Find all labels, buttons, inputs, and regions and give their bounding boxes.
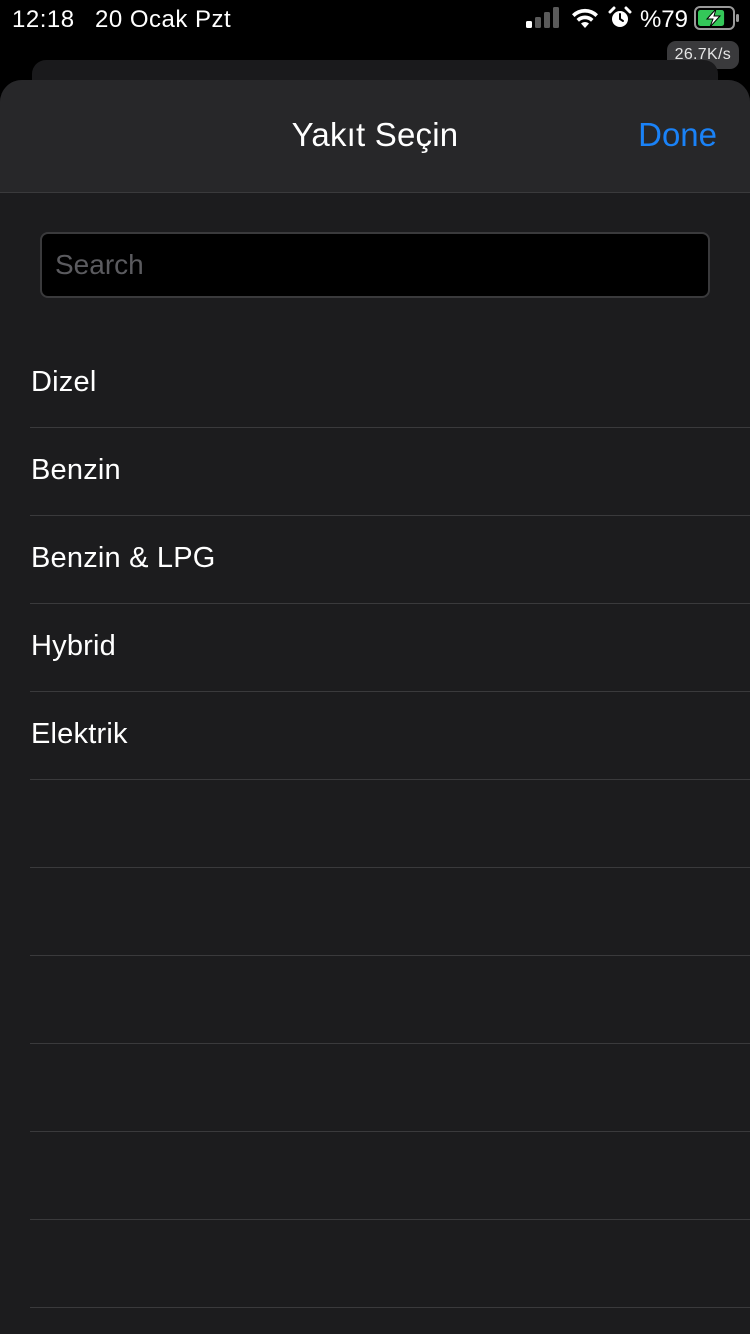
done-button[interactable]: Done [638, 116, 717, 154]
list-item-label: Benzin [31, 454, 121, 486]
empty-list-row [30, 780, 750, 868]
battery-percent: %79 [639, 6, 688, 33]
signal-icon [525, 6, 560, 34]
list-item-label: Benzin & LPG [31, 542, 216, 574]
battery-icon [694, 5, 740, 35]
list-item[interactable]: Elektrik [30, 692, 750, 780]
fuel-picker-sheet: Yakıt Seçin Done Dizel Benzin Benzin & LPG… [0, 80, 750, 1334]
search-input[interactable] [40, 232, 710, 298]
status-time: 12:18 [12, 6, 75, 33]
empty-list-row [30, 1220, 750, 1308]
empty-list-row [30, 1044, 750, 1132]
status-bar: 12:18 20 Ocak Pzt %79 [0, 0, 750, 40]
status-indicators: %79 [525, 5, 740, 35]
fuel-options-list: Dizel Benzin Benzin & LPG Hybrid Elektrik [0, 340, 750, 1308]
screen: 12:18 20 Ocak Pzt %79 26.7K/s Yakıt Seçi… [0, 0, 750, 1334]
status-date: 20 Ocak Pzt [95, 6, 232, 33]
list-item[interactable]: Benzin & LPG [30, 516, 750, 604]
list-item[interactable]: Dizel [30, 340, 750, 428]
navigation-bar: Yakıt Seçin Done [0, 80, 750, 193]
list-item[interactable]: Hybrid [30, 604, 750, 692]
empty-list-row [30, 956, 750, 1044]
list-item-label: Hybrid [31, 630, 116, 662]
empty-list-row [30, 868, 750, 956]
list-item[interactable]: Benzin [30, 428, 750, 516]
empty-list-row [30, 1132, 750, 1220]
wifi-icon [570, 7, 600, 34]
alarm-icon [608, 6, 632, 35]
list-item-label: Elektrik [31, 718, 128, 750]
list-item-label: Dizel [31, 366, 97, 398]
